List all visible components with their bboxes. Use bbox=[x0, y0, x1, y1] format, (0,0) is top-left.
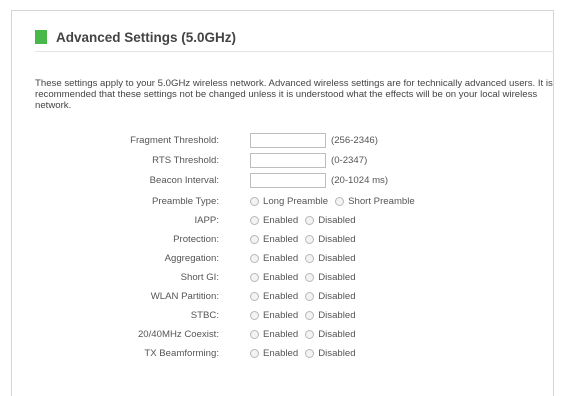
iapp-disabled-radio[interactable] bbox=[305, 215, 315, 225]
tx-beamforming-row: TX Beamforming: Enabled Disabled bbox=[12, 344, 555, 362]
stbc-disabled-label: Disabled bbox=[318, 309, 356, 321]
fragment-threshold-input[interactable] bbox=[250, 132, 326, 148]
iapp-enabled-radio[interactable] bbox=[250, 215, 259, 225]
preamble-type-label: Preamble Type: bbox=[151, 195, 219, 207]
rts-threshold-hint: (0-2347) bbox=[331, 154, 368, 166]
wlan-partition-label: WLAN Partition: bbox=[150, 290, 219, 302]
iapp-disabled-label: Disabled bbox=[318, 214, 356, 226]
protection-enabled-radio[interactable] bbox=[250, 234, 259, 244]
short-gi-enabled-label: Enabled bbox=[263, 271, 299, 283]
short-gi-disabled-label: Disabled bbox=[318, 271, 356, 283]
coexist-enabled-radio[interactable] bbox=[250, 329, 259, 339]
short-gi-label: Short GI: bbox=[180, 271, 219, 283]
stbc-label: STBC: bbox=[190, 309, 219, 321]
short-gi-enabled-radio[interactable] bbox=[250, 272, 259, 282]
coexist-label: 20/40MHz Coexist: bbox=[137, 328, 219, 340]
aggregation-enabled-radio[interactable] bbox=[250, 253, 259, 263]
wlan-partition-disabled-label: Disabled bbox=[318, 290, 356, 302]
settings-panel: Advanced Settings (5.0GHz) These setting… bbox=[11, 10, 554, 396]
short-gi-disabled-radio[interactable] bbox=[305, 272, 315, 282]
iapp-row: IAPP: Enabled Disabled bbox=[12, 211, 555, 229]
rts-threshold-label: RTS Threshold: bbox=[152, 154, 219, 166]
coexist-enabled-label: Enabled bbox=[263, 328, 299, 340]
rts-threshold-row: RTS Threshold: (0-2347) bbox=[12, 151, 555, 169]
protection-disabled-label: Disabled bbox=[318, 233, 356, 245]
fragment-threshold-hint: (256-2346) bbox=[331, 134, 378, 146]
rts-threshold-input[interactable] bbox=[250, 152, 326, 168]
protection-disabled-radio[interactable] bbox=[305, 234, 315, 244]
coexist-disabled-label: Disabled bbox=[318, 328, 356, 340]
long-preamble-radio[interactable] bbox=[250, 196, 259, 206]
protection-row: Protection: Enabled Disabled bbox=[12, 230, 555, 248]
divider bbox=[35, 51, 554, 52]
beacon-interval-label: Beacon Interval: bbox=[149, 174, 219, 186]
tx-beamforming-disabled-radio[interactable] bbox=[305, 348, 315, 358]
tx-beamforming-enabled-radio[interactable] bbox=[250, 348, 259, 358]
wlan-partition-enabled-label: Enabled bbox=[263, 290, 299, 302]
iapp-label: IAPP: bbox=[194, 214, 219, 226]
beacon-interval-row: Beacon Interval: (20-1024 ms) bbox=[12, 171, 555, 189]
short-preamble-radio[interactable] bbox=[335, 196, 345, 206]
intro-text: These settings apply to your 5.0GHz wire… bbox=[35, 78, 553, 111]
green-marker-icon bbox=[35, 30, 47, 44]
fragment-threshold-label: Fragment Threshold: bbox=[130, 134, 219, 146]
aggregation-label: Aggregation: bbox=[164, 252, 219, 264]
stbc-disabled-radio[interactable] bbox=[305, 310, 315, 320]
beacon-interval-hint: (20-1024 ms) bbox=[331, 174, 389, 186]
fragment-threshold-row: Fragment Threshold: (256-2346) bbox=[12, 131, 555, 149]
tx-beamforming-enabled-label: Enabled bbox=[263, 347, 299, 359]
protection-label: Protection: bbox=[173, 233, 219, 245]
short-gi-row: Short GI: Enabled Disabled bbox=[12, 268, 555, 286]
beacon-interval-input[interactable] bbox=[250, 172, 326, 188]
coexist-row: 20/40MHz Coexist: Enabled Disabled bbox=[12, 325, 555, 343]
preamble-type-row: Preamble Type: Long Preamble Short Pream… bbox=[12, 192, 555, 210]
short-preamble-label: Short Preamble bbox=[348, 195, 415, 207]
aggregation-disabled-radio[interactable] bbox=[305, 253, 315, 263]
aggregation-enabled-label: Enabled bbox=[263, 252, 299, 264]
tx-beamforming-disabled-label: Disabled bbox=[318, 347, 356, 359]
protection-enabled-label: Enabled bbox=[263, 233, 299, 245]
tx-beamforming-label: TX Beamforming: bbox=[144, 347, 219, 359]
stbc-enabled-label: Enabled bbox=[263, 309, 299, 321]
stbc-row: STBC: Enabled Disabled bbox=[12, 306, 555, 324]
page-title: Advanced Settings (5.0GHz) bbox=[56, 29, 237, 45]
section-header: Advanced Settings (5.0GHz) bbox=[35, 27, 236, 47]
long-preamble-label: Long Preamble bbox=[263, 195, 329, 207]
wlan-partition-row: WLAN Partition: Enabled Disabled bbox=[12, 287, 555, 305]
wlan-partition-enabled-radio[interactable] bbox=[250, 291, 259, 301]
wlan-partition-disabled-radio[interactable] bbox=[305, 291, 315, 301]
iapp-enabled-label: Enabled bbox=[263, 214, 299, 226]
aggregation-disabled-label: Disabled bbox=[318, 252, 356, 264]
coexist-disabled-radio[interactable] bbox=[305, 329, 315, 339]
stbc-enabled-radio[interactable] bbox=[250, 310, 259, 320]
aggregation-row: Aggregation: Enabled Disabled bbox=[12, 249, 555, 267]
